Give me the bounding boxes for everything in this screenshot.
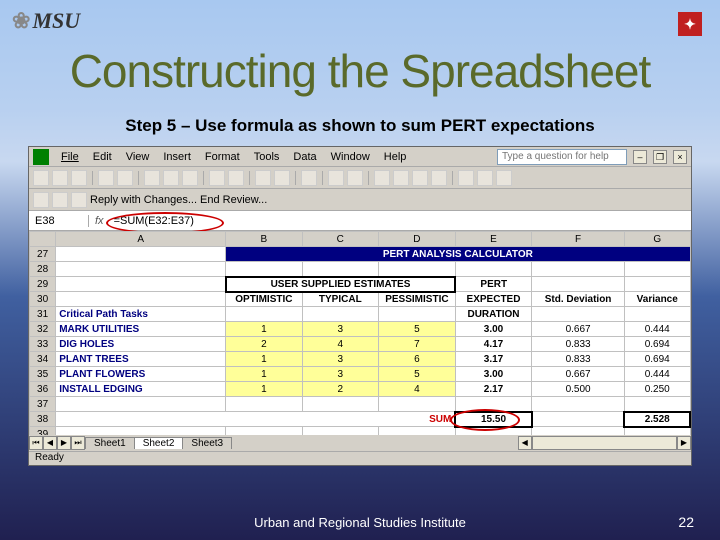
sum-variance-cell: 2.528 xyxy=(624,412,690,427)
comment-icon[interactable] xyxy=(52,192,68,208)
sheet-tab-1[interactable]: Sheet1 xyxy=(85,437,135,449)
sort-desc-icon[interactable] xyxy=(274,170,290,186)
bold-icon[interactable] xyxy=(328,170,344,186)
undo-icon[interactable] xyxy=(209,170,225,186)
menu-help[interactable]: Help xyxy=(378,151,413,163)
pert-title-cell: PERT ANALYSIS CALCULATOR xyxy=(226,247,690,262)
formula-bar: E38 fx =SUM(E32:E37) xyxy=(29,211,691,231)
slide-title: Constructing the Spreadsheet xyxy=(0,44,720,98)
menu-file[interactable]: File xyxy=(55,151,85,163)
slide-subtitle: Step 5 – Use formula as shown to sum PER… xyxy=(98,116,622,136)
copy-icon[interactable] xyxy=(163,170,179,186)
tab-scroll-first[interactable]: ⏮ xyxy=(29,436,43,450)
reviewing-toolbar: Reply with Changes... End Review... xyxy=(29,189,691,211)
menu-edit[interactable]: Edit xyxy=(87,151,118,163)
track-icon[interactable] xyxy=(71,192,87,208)
minimize-button[interactable]: – xyxy=(633,150,647,164)
tab-scroll-next[interactable]: ▶ xyxy=(57,436,71,450)
table-row: 36INSTALL EDGING1242.170.5000.250 xyxy=(30,382,691,397)
print-icon[interactable] xyxy=(98,170,114,186)
status-bar: Ready xyxy=(29,451,691,465)
open-icon[interactable] xyxy=(52,170,68,186)
paste-icon[interactable] xyxy=(182,170,198,186)
sum-label: SUM xyxy=(379,412,456,427)
save-icon[interactable] xyxy=(71,170,87,186)
sheet-tab-2[interactable]: Sheet2 xyxy=(134,437,184,449)
review-icon[interactable] xyxy=(33,192,49,208)
close-button[interactable]: × xyxy=(673,150,687,164)
align-right-icon[interactable] xyxy=(412,170,428,186)
user-supplied-header: USER SUPPLIED ESTIMATES xyxy=(226,277,456,292)
corner-badge: ✦ xyxy=(678,12,702,36)
cut-icon[interactable] xyxy=(144,170,160,186)
merge-icon[interactable] xyxy=(431,170,447,186)
new-icon[interactable] xyxy=(33,170,49,186)
tab-scroll-prev[interactable]: ◀ xyxy=(43,436,57,450)
table-row: 35PLANT FLOWERS1353.000.6670.444 xyxy=(30,367,691,382)
sheet-tab-bar: ⏮ ◀ ▶ ⏭ Sheet1 Sheet2 Sheet3 ◀ ▶ xyxy=(29,435,691,451)
borders-icon[interactable] xyxy=(458,170,474,186)
restore-button[interactable]: ❐ xyxy=(653,150,667,164)
menu-view[interactable]: View xyxy=(120,151,156,163)
menu-window[interactable]: Window xyxy=(325,151,376,163)
sort-asc-icon[interactable] xyxy=(255,170,271,186)
align-left-icon[interactable] xyxy=(374,170,390,186)
hscroll-right[interactable]: ▶ xyxy=(677,436,691,450)
table-row: 33DIG HOLES2474.170.8330.694 xyxy=(30,337,691,352)
table-row: 32MARK UTILITIES1353.000.6670.444 xyxy=(30,322,691,337)
slide-number: 22 xyxy=(678,514,694,530)
redo-icon[interactable] xyxy=(228,170,244,186)
slide-footer: Urban and Regional Studies Institute xyxy=(0,515,720,530)
formula-input[interactable]: =SUM(E32:E37) xyxy=(110,215,691,227)
sum-pert-cell: 15.50 xyxy=(455,412,531,427)
align-center-icon[interactable] xyxy=(393,170,409,186)
name-box[interactable]: E38 xyxy=(29,215,89,227)
end-review-button[interactable]: End Review... xyxy=(200,194,267,206)
excel-window: File Edit View Insert Format Tools Data … xyxy=(28,146,692,466)
menu-format[interactable]: Format xyxy=(199,151,246,163)
column-headers: ABCDEFG xyxy=(30,232,691,247)
reply-changes-button[interactable]: Reply with Changes... xyxy=(90,194,197,206)
menu-bar: File Edit View Insert Format Tools Data … xyxy=(29,147,691,167)
msu-logo: ❀MSU xyxy=(12,8,80,34)
standard-toolbar xyxy=(29,167,691,189)
menu-tools[interactable]: Tools xyxy=(248,151,286,163)
menu-data[interactable]: Data xyxy=(287,151,322,163)
fx-button[interactable]: fx xyxy=(89,215,110,227)
font-color-icon[interactable] xyxy=(496,170,512,186)
help-search-input[interactable] xyxy=(497,149,627,165)
table-row: 34PLANT TREES1363.170.8330.694 xyxy=(30,352,691,367)
hscroll-left[interactable]: ◀ xyxy=(518,436,532,450)
underline-icon[interactable] xyxy=(347,170,363,186)
hscroll-track[interactable] xyxy=(532,436,677,450)
chart-icon[interactable] xyxy=(301,170,317,186)
tab-scroll-last[interactable]: ⏭ xyxy=(71,436,85,450)
fill-color-icon[interactable] xyxy=(477,170,493,186)
cell-grid[interactable]: ABCDEFG 27PERT ANALYSIS CALCULATOR 28 29… xyxy=(29,231,691,441)
preview-icon[interactable] xyxy=(117,170,133,186)
menu-insert[interactable]: Insert xyxy=(157,151,197,163)
excel-icon[interactable] xyxy=(33,149,49,165)
sheet-tab-3[interactable]: Sheet3 xyxy=(182,437,232,449)
critical-path-label: Critical Path Tasks xyxy=(56,307,226,322)
